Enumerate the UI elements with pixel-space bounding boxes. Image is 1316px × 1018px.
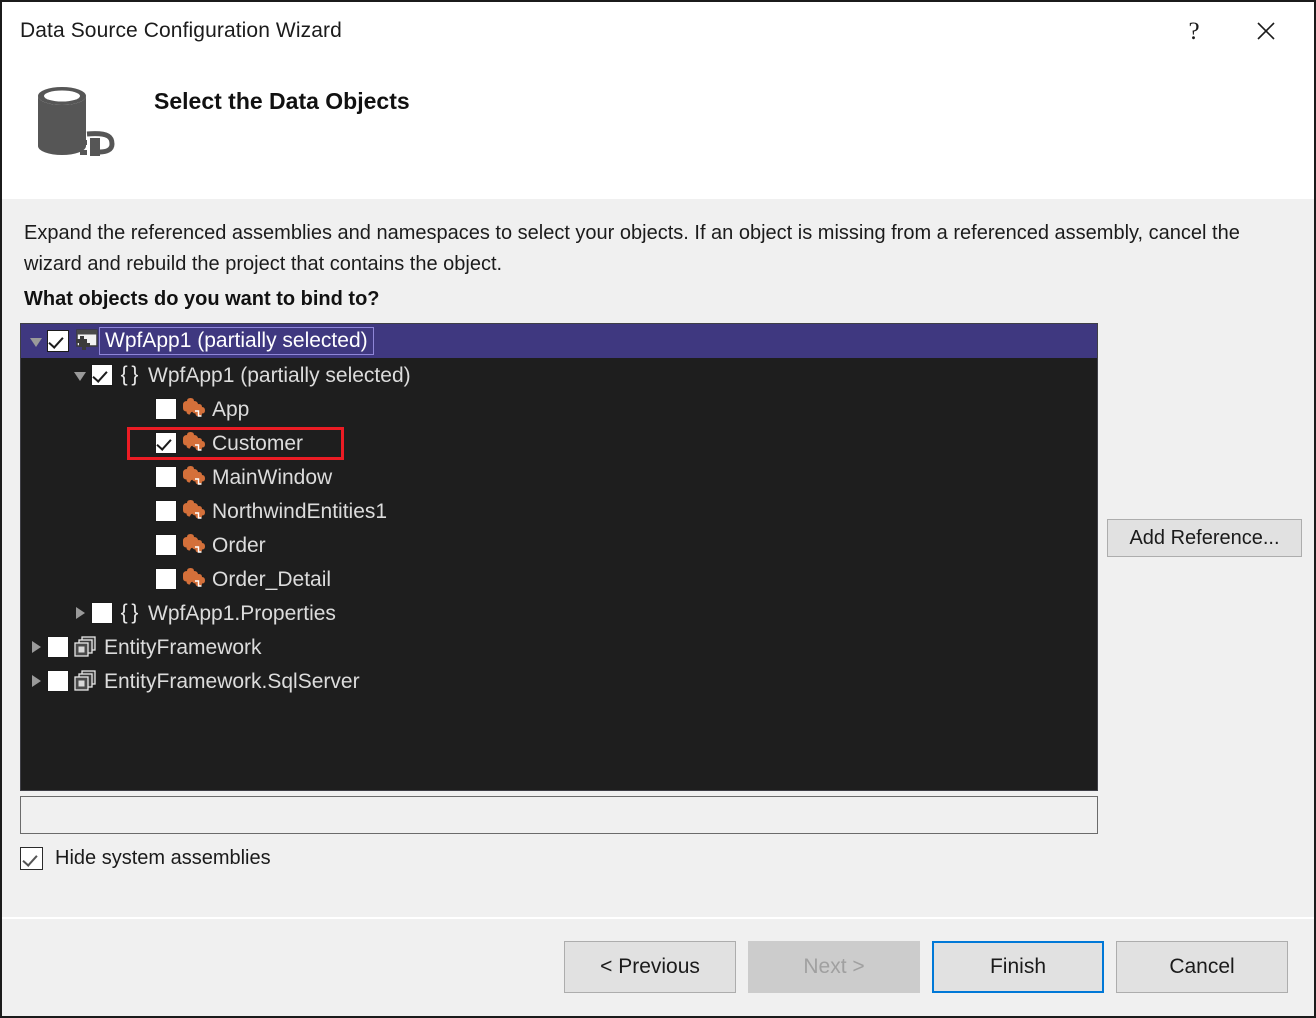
tree-item-entityframework-sqlserver[interactable]: EntityFramework.SqlServer xyxy=(21,664,1097,698)
bind-question-label: What objects do you want to bind to? xyxy=(24,288,380,311)
tree-item-app[interactable]: App xyxy=(21,392,1097,426)
tree-item-label: EntityFramework.SqlServer xyxy=(99,671,360,692)
previous-button[interactable]: < Previous xyxy=(564,941,736,993)
tree-item-label: Customer xyxy=(207,433,303,454)
tree-item-entityframework[interactable]: EntityFramework xyxy=(21,630,1097,664)
expander-placeholder xyxy=(133,528,155,562)
tree-item-label: Order xyxy=(207,535,266,556)
class-icon xyxy=(179,565,207,593)
finish-button[interactable]: Finish xyxy=(932,941,1104,993)
tree-item-checkbox[interactable] xyxy=(155,568,177,590)
tree-item-checkbox[interactable] xyxy=(47,636,69,658)
tree-item-checkbox[interactable] xyxy=(155,466,177,488)
footer: < Previous Next > Finish Cancel xyxy=(2,919,1314,1016)
tree-item-checkbox[interactable] xyxy=(155,500,177,522)
page-title: Select the Data Objects xyxy=(154,88,410,115)
tree-item-checkbox[interactable] xyxy=(47,670,69,692)
data-objects-tree[interactable]: WpfApp1 (partially selected){ }WpfApp1 (… xyxy=(20,323,1098,791)
tree-item-label: WpfApp1.Properties xyxy=(143,603,336,624)
expander-collapse-icon[interactable] xyxy=(69,358,91,392)
tree-item-label: Order_Detail xyxy=(207,569,331,590)
close-button[interactable] xyxy=(1242,8,1290,54)
database-connection-icon xyxy=(32,74,126,164)
tree-item-wpfapp1-partially-selected[interactable]: WpfApp1 (partially selected) xyxy=(21,324,1097,358)
expander-placeholder xyxy=(133,562,155,596)
question-mark-icon: ? xyxy=(1188,19,1199,44)
assembly-icon xyxy=(71,667,99,695)
tree-item-mainwindow[interactable]: MainWindow xyxy=(21,460,1097,494)
hide-system-assemblies-label: Hide system assemblies xyxy=(55,847,271,870)
tree-item-checkbox[interactable] xyxy=(155,398,177,420)
class-icon xyxy=(179,531,207,559)
expander-placeholder xyxy=(133,460,155,494)
tree-item-northwindentities1[interactable]: NorthwindEntities1 xyxy=(21,494,1097,528)
data-source-configuration-wizard-dialog: Data Source Configuration Wizard ? Selec… xyxy=(0,0,1316,1018)
tree-item-checkbox[interactable] xyxy=(91,602,113,624)
expander-placeholder xyxy=(133,494,155,528)
class-icon xyxy=(179,463,207,491)
expander-placeholder xyxy=(133,392,155,426)
expander-placeholder xyxy=(133,426,155,460)
namespace-icon: { } xyxy=(115,599,143,627)
cancel-button[interactable]: Cancel xyxy=(1116,941,1288,993)
tree-item-checkbox[interactable] xyxy=(91,364,113,386)
tree-item-order-detail[interactable]: Order_Detail xyxy=(21,562,1097,596)
next-button: Next > xyxy=(748,941,920,993)
tree-item-checkbox[interactable] xyxy=(155,432,177,454)
tree-item-label: WpfApp1 (partially selected) xyxy=(143,365,411,386)
expander-expand-icon[interactable] xyxy=(25,664,47,698)
hide-system-assemblies-checkbox[interactable]: Hide system assemblies xyxy=(20,847,271,870)
class-icon xyxy=(179,429,207,457)
tree-item-wpfapp1-properties[interactable]: { }WpfApp1.Properties xyxy=(21,596,1097,630)
expander-collapse-icon[interactable] xyxy=(25,324,47,358)
title-bar: Data Source Configuration Wizard ? xyxy=(2,2,1314,62)
assembly-icon xyxy=(71,633,99,661)
add-reference-button[interactable]: Add Reference... xyxy=(1107,519,1302,557)
banner: Select the Data Objects xyxy=(2,62,1314,199)
tree-item-wpfapp1-partially-selected[interactable]: { }WpfApp1 (partially selected) xyxy=(21,358,1097,392)
tree-item-checkbox[interactable] xyxy=(47,330,69,352)
tree-item-label: MainWindow xyxy=(207,467,332,488)
project-icon xyxy=(71,327,99,355)
expander-expand-icon[interactable] xyxy=(25,630,47,664)
tree-item-label: EntityFramework xyxy=(99,637,262,658)
description-textbox[interactable] xyxy=(20,796,1098,834)
tree-item-label: WpfApp1 (partially selected) xyxy=(99,327,374,355)
tree-item-customer[interactable]: Customer xyxy=(21,426,1097,460)
instructions-text: Expand the referenced assemblies and nam… xyxy=(24,218,1259,280)
tree-item-label: App xyxy=(207,399,249,420)
class-icon xyxy=(179,395,207,423)
expander-expand-icon[interactable] xyxy=(69,596,91,630)
body-panel: Expand the referenced assemblies and nam… xyxy=(2,199,1314,917)
tree-item-order[interactable]: Order xyxy=(21,528,1097,562)
tree-item-checkbox[interactable] xyxy=(155,534,177,556)
close-icon xyxy=(1255,20,1277,42)
tree-item-label: NorthwindEntities1 xyxy=(207,501,387,522)
class-icon xyxy=(179,497,207,525)
namespace-icon: { } xyxy=(115,361,143,389)
window-title: Data Source Configuration Wizard xyxy=(20,19,342,43)
checkbox-box-icon xyxy=(20,847,43,870)
help-button[interactable]: ? xyxy=(1170,8,1218,54)
